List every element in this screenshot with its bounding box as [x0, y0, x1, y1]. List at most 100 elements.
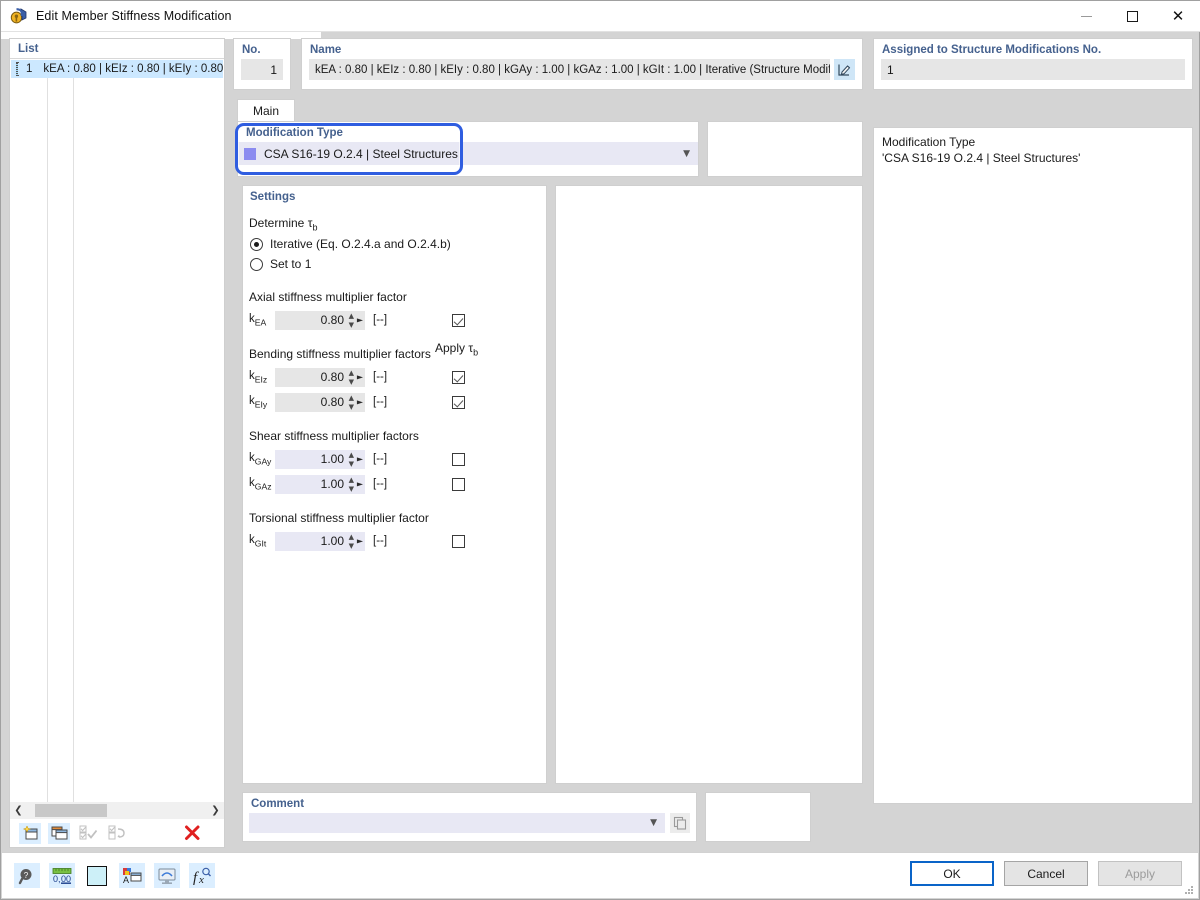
spinner-kEIy[interactable]: ▲ ▼: [349, 394, 354, 410]
close-button[interactable]: ✕: [1155, 1, 1200, 32]
spinner-down-icon[interactable]: ▼: [349, 485, 354, 492]
radio-set-to-1[interactable]: Set to 1: [250, 254, 546, 274]
scroll-right-icon[interactable]: ❯: [207, 802, 224, 819]
radio-iterative[interactable]: Iterative (Eq. O.2.4.a and O.2.4.b): [250, 234, 546, 254]
input-kGAz[interactable]: 1.00 ▲ ▼ ►: [275, 474, 365, 494]
checkbox-kGAz-apply[interactable]: [452, 477, 465, 491]
scrollbar-track[interactable]: [27, 802, 207, 819]
dialog-buttons: OK Cancel Apply: [910, 861, 1182, 886]
checkbox-kEIy-apply[interactable]: [452, 395, 465, 409]
edit-pencil-icon[interactable]: [834, 59, 855, 80]
scrollbar-thumb[interactable]: [35, 804, 107, 817]
field-row-kGAy: kGAy 1.00 ▲ ▼ ► [--]: [249, 448, 546, 470]
unit-kGAy: [--]: [373, 453, 388, 466]
spinner-up-icon[interactable]: ▲: [349, 533, 354, 540]
checkbox-kGAy-apply[interactable]: [452, 452, 465, 466]
spinner-up-icon[interactable]: ▲: [349, 476, 354, 483]
comment-panel: Comment ▼: [242, 792, 697, 842]
unit-kEIz: [--]: [373, 371, 388, 384]
ruler-number-icon[interactable]: 0, 00: [49, 863, 75, 888]
symbol-kEA: kEA: [249, 313, 267, 328]
spinner-up-icon[interactable]: ▲: [349, 451, 354, 458]
field-row-kEIy: kEIy 0.80 ▲ ▼ ► [--]: [249, 391, 546, 413]
spinner-kEA[interactable]: ▲ ▼: [349, 312, 354, 328]
color-square-icon[interactable]: [84, 863, 110, 888]
expand-kGAy-icon[interactable]: ►: [357, 455, 363, 464]
name-label: Name: [310, 44, 342, 56]
comment-label: Comment: [251, 798, 305, 810]
info-line-2: 'CSA S16-19 O.2.4 | Steel Structures': [882, 151, 1081, 165]
comment-row: ▼: [249, 813, 690, 833]
cancel-button[interactable]: Cancel: [1004, 861, 1088, 886]
delete-item-button[interactable]: [181, 823, 203, 844]
expand-kEIy-icon[interactable]: ►: [357, 398, 363, 407]
expand-kGIt-icon[interactable]: ►: [357, 537, 363, 546]
field-row-kGIt: kGIt 1.00 ▲ ▼ ► [--]: [249, 530, 546, 552]
expand-kEA-icon[interactable]: ►: [357, 316, 363, 325]
resize-grip[interactable]: [1184, 885, 1194, 895]
list-label: List: [18, 42, 39, 55]
spinner-up-icon[interactable]: ▲: [349, 369, 354, 376]
spinner-down-icon[interactable]: ▼: [349, 460, 354, 467]
checkbox-kGIt-apply[interactable]: [452, 534, 465, 548]
input-kGIt[interactable]: 1.00 ▲ ▼ ►: [275, 531, 365, 551]
invert-selection-button[interactable]: [106, 823, 128, 844]
function-icon[interactable]: f x: [189, 863, 215, 888]
spinner-kGIt[interactable]: ▲ ▼: [349, 533, 354, 549]
name-field-row: kEA : 0.80 | kEIz : 0.80 | kEIy : 0.80 |…: [309, 59, 855, 80]
maximize-button[interactable]: [1109, 1, 1155, 32]
input-kGAy[interactable]: 1.00 ▲ ▼ ►: [275, 449, 365, 469]
lock-key-icon: [9, 6, 29, 26]
unit-kGAz: [--]: [373, 478, 388, 491]
expand-kEIz-icon[interactable]: ►: [357, 373, 363, 382]
spinner-kEIz[interactable]: ▲ ▼: [349, 369, 354, 385]
minimize-button[interactable]: [1063, 1, 1109, 32]
checkbox-kEIz-apply[interactable]: [452, 370, 465, 384]
symbol-kGAz: kGAz: [249, 477, 272, 492]
palette-window-icon[interactable]: A: [119, 863, 145, 888]
monitor-icon[interactable]: [154, 863, 180, 888]
spinner-down-icon[interactable]: ▼: [349, 542, 354, 549]
input-kEIy[interactable]: 0.80 ▲ ▼ ►: [275, 392, 365, 412]
settings-side-panel: [555, 185, 863, 784]
number-panel: No. 1: [233, 38, 291, 90]
radio-selected-icon: [250, 237, 263, 251]
magnifier-question-icon[interactable]: ?: [14, 863, 40, 888]
spinner-kGAz[interactable]: ▲ ▼: [349, 476, 354, 492]
spinner-down-icon[interactable]: ▼: [349, 321, 354, 328]
assigned-structure-panel: Assigned to Structure Modifications No. …: [873, 38, 1193, 90]
svg-text:0,: 0,: [53, 874, 61, 884]
spinner-kGAy[interactable]: ▲ ▼: [349, 451, 354, 467]
tab-main[interactable]: Main: [237, 99, 295, 121]
window-title: Edit Member Stiffness Modification: [36, 9, 232, 23]
modification-type-panel: Modification Type CSA S16-19 O.2.4 | Ste…: [237, 121, 699, 177]
info-text: Modification Type 'CSA S16-19 O.2.4 | St…: [874, 128, 1192, 172]
new-item-button[interactable]: [19, 822, 41, 844]
copy-icon[interactable]: [670, 813, 690, 833]
list-horizontal-scrollbar[interactable]: ❮ ❯: [9, 802, 225, 819]
list-header: List: [10, 39, 224, 59]
list-item[interactable]: 1 kEA : 0.80 | kEIz : 0.80 | kEIy : 0.80…: [11, 60, 223, 78]
spinner-up-icon[interactable]: ▲: [349, 394, 354, 401]
modification-type-value: CSA S16-19 O.2.4 | Steel Structures: [264, 146, 458, 161]
copy-item-button[interactable]: [48, 822, 70, 844]
spinner-up-icon[interactable]: ▲: [349, 312, 354, 319]
expand-kGAz-icon[interactable]: ►: [357, 480, 363, 489]
chevron-down-icon: ▼: [683, 148, 690, 159]
apply-button: Apply: [1098, 861, 1182, 886]
window-controls: ✕: [1063, 1, 1200, 32]
spinner-down-icon[interactable]: ▼: [349, 403, 354, 410]
checkbox-kEA-apply[interactable]: [452, 313, 465, 327]
input-kEA[interactable]: 0.80 ▲ ▼ ►: [275, 310, 365, 330]
modification-type-select[interactable]: CSA S16-19 O.2.4 | Steel Structures ▼: [238, 142, 698, 165]
ok-button[interactable]: OK: [910, 861, 994, 886]
name-panel: Name kEA : 0.80 | kEIz : 0.80 | kEIy : 0…: [301, 38, 863, 90]
minimize-icon: [1080, 16, 1092, 17]
radio-set-to-1-label: Set to 1: [270, 257, 312, 272]
scroll-left-icon[interactable]: ❮: [10, 802, 27, 819]
select-all-button[interactable]: [77, 823, 99, 844]
input-kEIz[interactable]: 0.80 ▲ ▼ ►: [275, 367, 365, 387]
settings-label: Settings: [250, 191, 296, 203]
spinner-down-icon[interactable]: ▼: [349, 378, 354, 385]
comment-input[interactable]: ▼: [249, 813, 665, 833]
